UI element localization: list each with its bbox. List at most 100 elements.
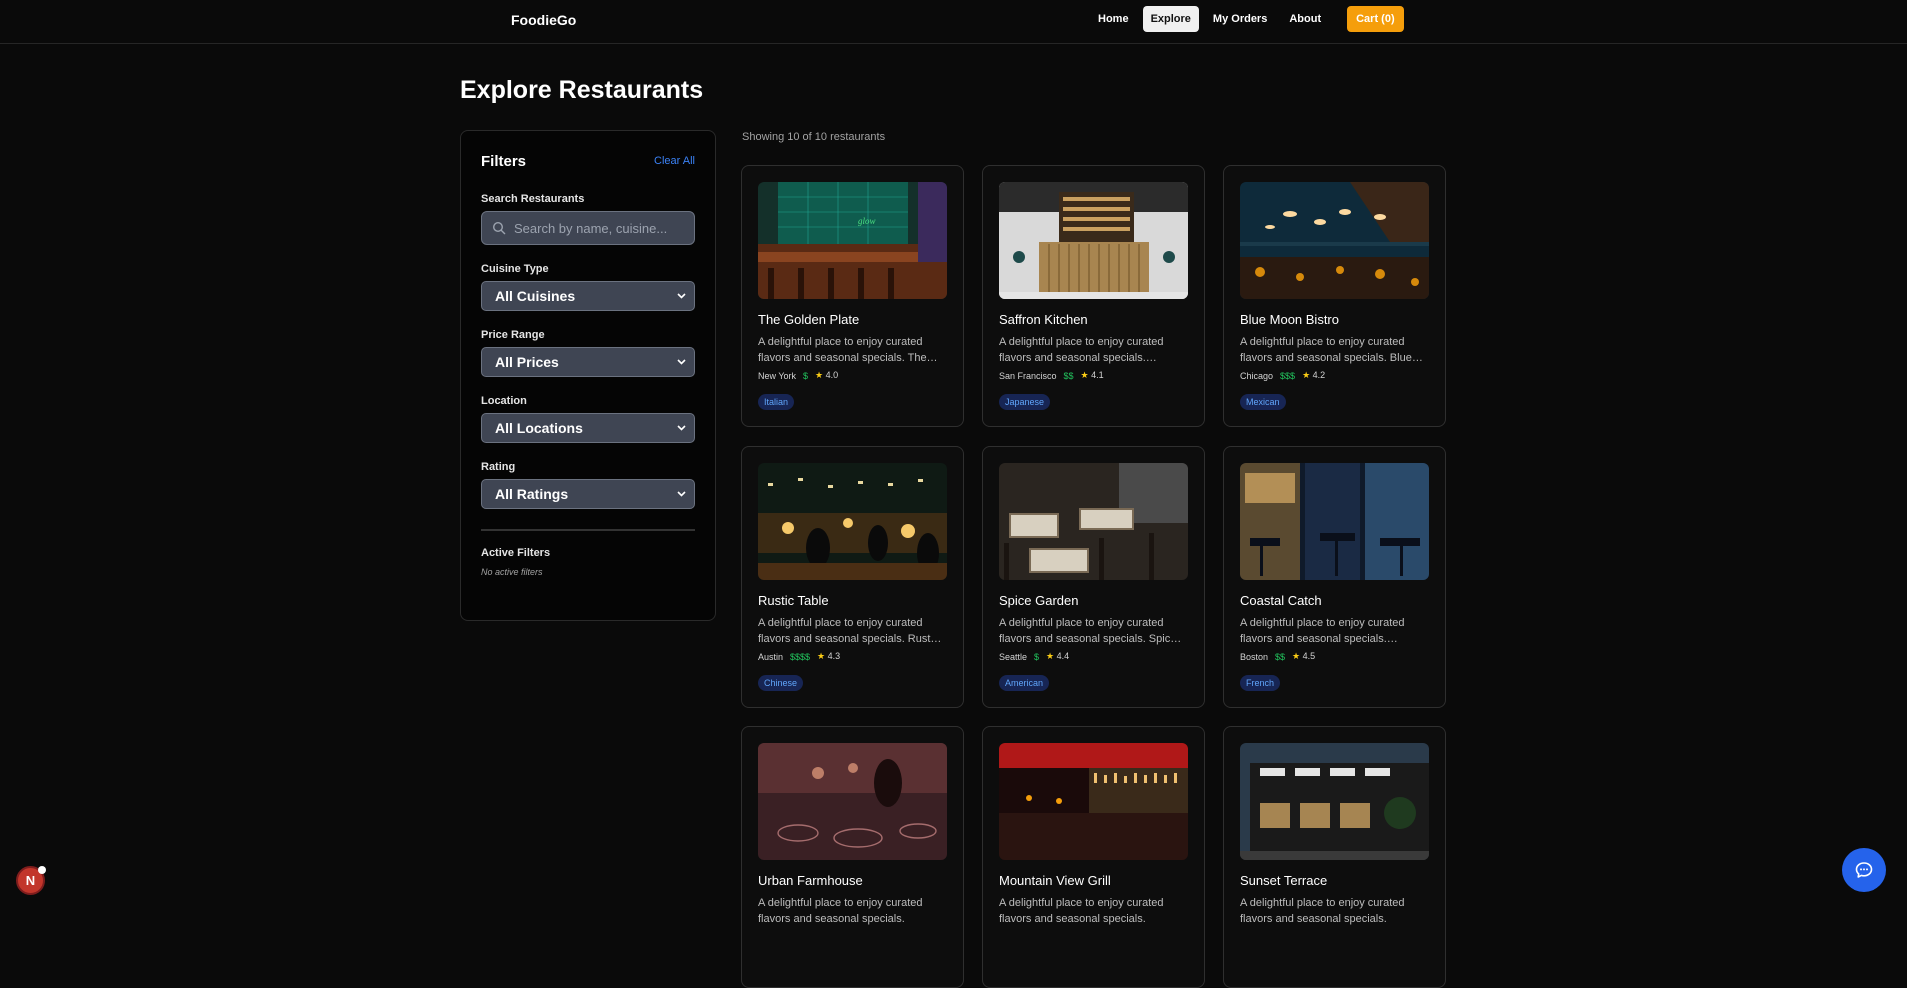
restaurant-image: glow [758,182,947,299]
restaurant-card[interactable]: Rustic Table A delightful place to enjoy… [741,446,964,708]
restaurant-name: The Golden Plate [758,312,860,327]
notification-dot [38,866,46,874]
price-label: Price Range [481,329,545,341]
restaurant-description: A delightful place to enjoy curated flav… [999,336,1164,364]
location-label: Location [481,395,527,407]
results-count: Showing 10 of 10 restaurants [742,131,886,143]
restaurant-name: Rustic Table [758,593,829,608]
cuisine-select-value: All Cuisines [495,288,576,304]
restaurant-name: Blue Moon Bistro [1240,312,1339,327]
restaurant-rating: ★ 4.0 [815,370,839,380]
svg-text:glow: glow [858,216,876,226]
restaurant-image [758,743,947,860]
restaurant-meta: New York $ ★ 4.0 [758,370,947,381]
restaurant-description: A delightful place to enjoy curated flav… [1240,336,1423,364]
star-icon: ★ [1302,370,1311,380]
restaurant-city: Austin [758,651,784,662]
chevron-down-icon [677,359,686,365]
restaurant-city: Boston [1240,651,1269,662]
restaurant-name: Sunset Terrace [1240,873,1328,888]
restaurant-card[interactable]: Sunset Terrace A delightful place to enj… [1223,726,1446,988]
restaurant-name: Coastal Catch [1240,593,1322,608]
restaurant-price: $$ [1063,370,1074,381]
restaurant-meta: Chicago $$$ ★ 4.2 [1240,370,1429,381]
chat-button[interactable] [1842,848,1886,892]
chevron-down-icon [677,491,686,497]
restaurant-description: A delightful place to enjoy curated flav… [999,617,1182,645]
nav-my-orders[interactable]: My Orders [1205,6,1275,32]
restaurant-card[interactable]: Mountain View Grill A delightful place t… [982,726,1205,988]
search-field[interactable] [481,211,695,245]
restaurant-meta: Boston $$ ★ 4.5 [1240,651,1429,662]
active-filters-title: Active Filters [481,547,551,559]
chevron-down-icon [677,425,686,431]
restaurant-rating: ★ 4.5 [1292,651,1316,661]
restaurant-card[interactable]: Blue Moon Bistro A delightful place to e… [1223,165,1446,427]
restaurant-description: A delightful place to enjoy curated flav… [758,617,942,645]
restaurant-image [999,463,1188,580]
restaurant-rating: ★ 4.2 [1302,370,1326,380]
nav-home[interactable]: Home [1090,6,1137,32]
restaurant-description: A delightful place to enjoy curated flav… [1240,617,1405,645]
restaurant-image [758,463,947,580]
restaurant-price: $ [803,370,809,381]
price-select[interactable]: All Prices [481,347,695,377]
restaurant-city: San Francisco [999,370,1057,381]
top-navbar: FoodieGo Home Explore My Orders About Ca… [0,0,1907,44]
cart-button[interactable]: Cart (0) [1347,6,1404,32]
restaurant-price: $$$$ [790,651,811,662]
restaurant-price: $$ [1275,651,1286,662]
restaurant-meta: Austin $$$$ ★ 4.3 [758,651,947,662]
search-input[interactable] [514,212,694,244]
restaurant-name: Saffron Kitchen [999,312,1088,327]
chevron-down-icon [677,293,686,299]
restaurant-name: Spice Garden [999,593,1079,608]
rating-select-value: All Ratings [495,486,569,502]
cuisine-tag: Mexican [1240,394,1286,410]
restaurant-card[interactable]: Coastal Catch A delightful place to enjo… [1223,446,1446,708]
nav-about[interactable]: About [1281,6,1329,32]
clear-all-button[interactable]: Clear All [654,155,695,167]
cuisine-tag: Chinese [758,675,804,691]
restaurant-card[interactable]: glow The Golden Plate A delightful place… [741,165,964,427]
star-icon: ★ [1292,651,1301,661]
active-filters-empty: No active filters [481,567,543,577]
star-icon: ★ [1080,370,1089,380]
restaurant-city: Chicago [1240,370,1274,381]
restaurant-rating: ★ 4.4 [1046,651,1070,661]
cuisine-tag: Japanese [999,394,1051,410]
cuisine-select[interactable]: All Cuisines [481,281,695,311]
cuisine-tag: French [1240,675,1281,691]
restaurant-price: $ [1034,651,1040,662]
restaurant-name: Mountain View Grill [999,873,1111,888]
restaurant-card[interactable]: Urban Farmhouse A delightful place to en… [741,726,964,988]
star-icon: ★ [1046,651,1055,661]
search-label: Search Restaurants [481,193,585,205]
cuisine-tag: American [999,675,1050,691]
restaurant-rating: ★ 4.1 [1080,370,1104,380]
filters-title: Filters [481,152,527,170]
restaurant-card[interactable]: Spice Garden A delightful place to enjoy… [982,446,1205,708]
page-title: Explore Restaurants [460,76,704,104]
restaurant-card[interactable]: Saffron Kitchen A delightful place to en… [982,165,1205,427]
restaurant-meta: San Francisco $$ ★ 4.1 [999,370,1188,381]
brand-logo[interactable]: FoodieGo [511,12,576,28]
restaurant-description: A delightful place to enjoy curated flav… [1240,897,1405,925]
restaurant-rating: ★ 4.3 [817,651,841,661]
location-select-value: All Locations [495,420,583,436]
location-select[interactable]: All Locations [481,413,695,443]
restaurant-description: A delightful place to enjoy curated flav… [999,897,1164,925]
star-icon: ★ [817,651,826,661]
rating-label: Rating [481,461,516,473]
star-icon: ★ [815,370,824,380]
search-icon [492,221,506,235]
restaurant-city: Seattle [999,651,1028,662]
rating-select[interactable]: All Ratings [481,479,695,509]
restaurant-price: $$$ [1280,370,1296,381]
restaurant-image [999,743,1188,860]
restaurant-image [1240,463,1429,580]
price-select-value: All Prices [495,354,559,370]
cuisine-tag: Italian [758,394,795,410]
nav-explore[interactable]: Explore [1142,6,1199,32]
chat-icon [1855,862,1873,878]
